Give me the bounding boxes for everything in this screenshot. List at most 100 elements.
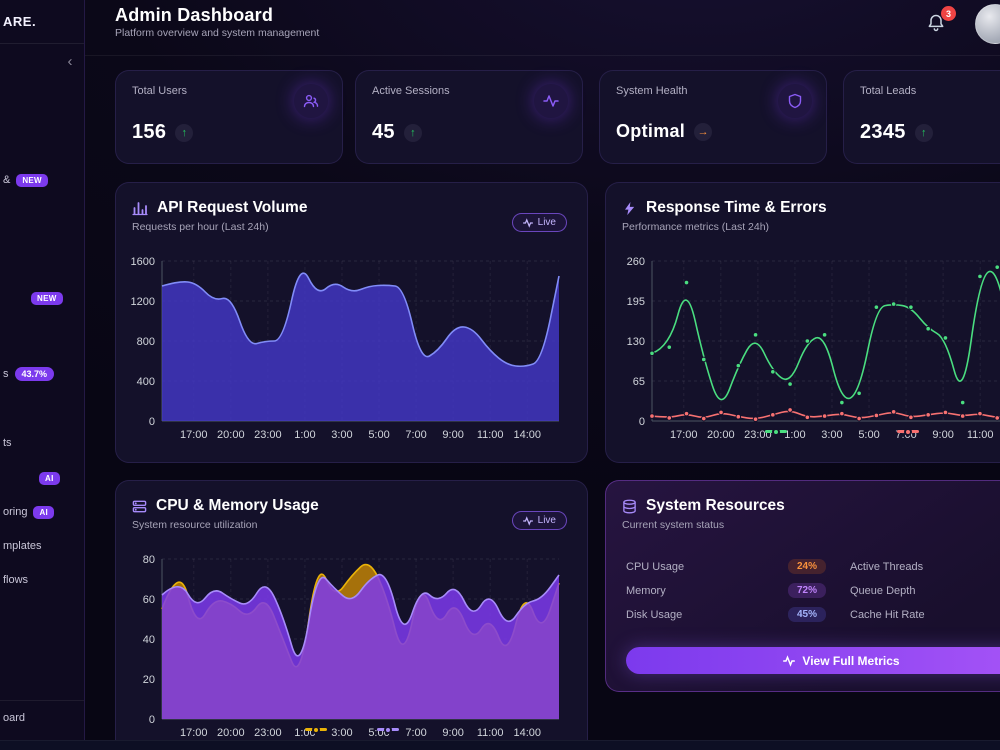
stat-value: 156	[132, 121, 167, 143]
logo-text: ARE.	[3, 14, 37, 29]
svg-text:1200: 1200	[131, 296, 155, 308]
trend-up-icon: ↑	[175, 123, 194, 142]
live-badge-label: Live	[537, 515, 556, 526]
panel-title-text: API Request Volume	[157, 199, 308, 216]
sidebar-item-label: s	[3, 368, 9, 380]
stat-card-system-health: System Health Optimal →	[599, 70, 827, 164]
legend-marker[interactable]	[896, 427, 919, 436]
panel-title: Response Time & Errors	[622, 199, 1000, 217]
resource-label-active-threads: Active Threads	[850, 560, 924, 573]
cpu-memory-area-chart: 02040608017:00 20:00 23:00 1:00 3:00 5:00 7:00…	[143, 554, 560, 739]
live-badge: Live	[511, 511, 567, 530]
resource-label-queue-depth: Queue Depth	[850, 584, 916, 597]
panel-cpu-memory-usage: CPU & Memory Usage System resource utili…	[115, 480, 588, 750]
panel-title: API Request Volume	[132, 199, 571, 217]
resources-grid: CPU Usage 24% Active Threads Memory 72% …	[626, 559, 1000, 622]
notifications-button[interactable]: 3	[926, 6, 956, 35]
sidebar-item-label: mplates	[3, 540, 42, 552]
sidebar-item[interactable]: s 43.7%	[3, 366, 55, 382]
sidebar-item[interactable]: oard	[3, 710, 25, 726]
svg-text:1600: 1600	[131, 256, 155, 268]
admin-dashboard-app: ARE. ‹ & NEW NEW s 43.7% ts AI oring AI …	[0, 0, 1000, 750]
chart-legend[interactable]	[606, 427, 1000, 436]
lightning-icon	[625, 201, 635, 215]
svg-text:1:00: 1:00	[294, 429, 315, 441]
svg-text:65: 65	[633, 376, 645, 388]
sidebar-item[interactable]: oring AI	[3, 504, 55, 520]
trend-right-icon: →	[694, 122, 713, 141]
sidebar-item[interactable]: AI	[3, 470, 60, 486]
activity-icon	[534, 84, 568, 118]
panel-response-time-errors: Response Time & Errors Performance metri…	[605, 182, 1000, 463]
resource-value-badge: 24%	[787, 559, 826, 574]
svg-text:60: 60	[143, 594, 155, 606]
svg-text:0: 0	[639, 416, 645, 428]
sidebar-logo: ARE.	[0, 0, 84, 44]
response-time-line-chart: 06513019526017:0020:0023:001:003:005:007…	[627, 256, 1000, 441]
svg-text:3:00: 3:00	[331, 429, 352, 441]
svg-text:5:00: 5:00	[368, 429, 389, 441]
svg-text:260: 260	[627, 256, 645, 268]
resource-value-badge: 72%	[787, 583, 826, 598]
sidebar-item[interactable]: NEW	[3, 290, 63, 306]
legend-marker[interactable]	[764, 427, 787, 436]
sidebar-item[interactable]: & NEW	[3, 172, 48, 188]
pulse-icon	[783, 654, 796, 667]
users-icon	[294, 84, 328, 118]
pulse-icon	[522, 217, 533, 228]
svg-text:17:00: 17:00	[180, 429, 208, 441]
panel-subtitle: Current system status	[622, 519, 725, 531]
legend-marker[interactable]	[376, 725, 399, 734]
resource-row-cpu: CPU Usage 24%	[626, 559, 826, 574]
new-badge: NEW	[16, 173, 48, 187]
resource-row-disk: Disk Usage 45%	[626, 607, 826, 622]
ai-badge: AI	[39, 471, 60, 485]
svg-text:9:00: 9:00	[442, 429, 463, 441]
sidebar: ARE. ‹ & NEW NEW s 43.7% ts AI oring AI …	[0, 0, 85, 750]
panel-subtitle: System resource utilization	[132, 519, 258, 531]
panel-subtitle: Performance metrics (Last 24h)	[622, 221, 770, 233]
panel-title: System Resources	[622, 497, 1000, 515]
resource-row-memory: Memory 72%	[626, 583, 826, 598]
sidebar-item-label: oard	[3, 712, 26, 724]
trend-up-icon: ↑	[914, 123, 933, 142]
svg-text:14:00: 14:00	[513, 429, 541, 441]
legend-marker[interactable]	[304, 725, 327, 734]
shield-icon	[778, 84, 812, 118]
stat-value: 2345	[860, 121, 906, 143]
svg-text:195: 195	[627, 296, 645, 308]
live-badge: Live	[511, 213, 567, 232]
chart-legend[interactable]	[116, 725, 587, 734]
svg-text:800: 800	[137, 336, 155, 348]
view-full-metrics-label: View Full Metrics	[802, 653, 900, 668]
sidebar-item[interactable]: mplates	[3, 538, 42, 554]
sidebar-item[interactable]: flows	[3, 572, 28, 588]
sidebar-item-label: &	[3, 174, 11, 186]
svg-text:11:00: 11:00	[477, 429, 504, 441]
sidebar-collapse-button[interactable]: ‹	[61, 54, 79, 72]
ai-badge: AI	[33, 505, 55, 519]
stat-value: 45	[372, 121, 395, 143]
sidebar-item-label: ts	[3, 437, 12, 449]
stat-card-total-leads: Total Leads 2345 ↑	[843, 70, 1000, 164]
panel-title-text: CPU & Memory Usage	[156, 497, 319, 514]
svg-text:23:00: 23:00	[254, 429, 282, 441]
sidebar-item[interactable]: ts	[3, 435, 12, 451]
page-subtitle: Platform overview and system management	[115, 27, 320, 39]
resource-label: Disk Usage	[626, 608, 683, 621]
svg-text:20: 20	[143, 674, 155, 686]
database-icon	[623, 499, 636, 513]
svg-text:130: 130	[627, 336, 645, 348]
svg-text:0: 0	[149, 416, 155, 428]
bar-chart-icon	[132, 202, 148, 216]
live-badge-label: Live	[537, 217, 556, 228]
sidebar-divider	[0, 700, 84, 701]
view-full-metrics-button[interactable]: View Full Metrics	[626, 647, 1000, 674]
panel-title: CPU & Memory Usage	[132, 497, 571, 515]
new-badge: NEW	[31, 291, 63, 305]
svg-text:400: 400	[137, 376, 155, 388]
panel-api-request-volume: API Request Volume Requests per hour (La…	[115, 182, 588, 463]
bottom-strip	[0, 740, 1000, 750]
resource-value-badge: 45%	[787, 607, 826, 622]
panel-subtitle: Requests per hour (Last 24h)	[132, 221, 269, 233]
